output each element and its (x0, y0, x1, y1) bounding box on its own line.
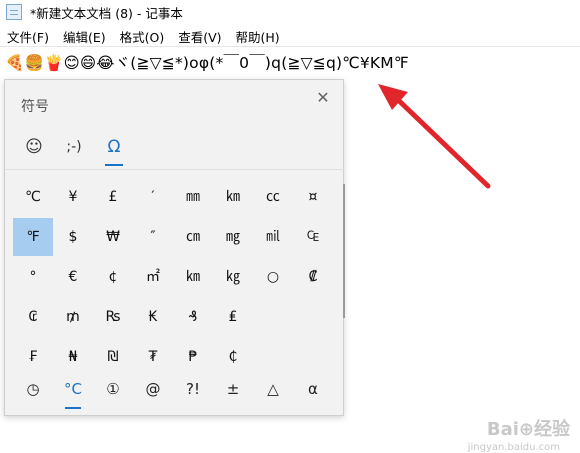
symbol-cell[interactable]: ₩ (93, 218, 133, 256)
symbol-cell[interactable]: ㎎ (213, 218, 253, 256)
tab-interrobang[interactable]: ?! (173, 372, 213, 406)
title-bar: *新建文本文档 (8) - 记事本 (0, 0, 580, 24)
symbol-cell[interactable]: $ (53, 218, 93, 256)
symbol-cell[interactable]: ₦ (53, 338, 93, 376)
symbol-cell[interactable]: ″ (133, 218, 173, 256)
tab-kaomoji[interactable]: ;-) (59, 132, 89, 162)
tab-recent[interactable]: ◷ (13, 372, 53, 406)
symbol-cell[interactable]: ₨ (93, 298, 133, 336)
baidu-watermark: Bai⊕经验 (486, 419, 570, 440)
symbol-cell[interactable]: € (53, 258, 93, 296)
watermark-url: jingyan.baidu.com (467, 442, 560, 453)
symbol-cell[interactable]: ㎞ (173, 258, 213, 296)
tab-shapes[interactable]: △ (253, 372, 293, 406)
symbol-cell[interactable]: ℉ (13, 218, 53, 256)
symbol-cell[interactable]: ℃ (13, 178, 53, 216)
grid-scrollbar[interactable] (343, 184, 345, 318)
symbol-cell[interactable]: ₰ (173, 298, 213, 336)
symbol-cell[interactable]: ₮ (133, 338, 173, 376)
menu-view[interactable]: 查看(V) (171, 27, 228, 46)
symbol-cell[interactable]: ㎡ (133, 258, 173, 296)
symbol-cell[interactable]: ′ (133, 178, 173, 216)
menu-edit[interactable]: 编辑(E) (56, 27, 113, 46)
symbol-cell[interactable]: ₭ (133, 298, 173, 336)
symbol-cell[interactable]: £ (93, 178, 133, 216)
symbol-cell[interactable]: ¥ (53, 178, 93, 216)
symbol-cell[interactable]: ㎜ (173, 178, 213, 216)
symbol-cell[interactable]: ₤ (213, 298, 253, 336)
tab-greek[interactable]: α (293, 372, 333, 406)
symbol-cell[interactable]: ₱ (173, 338, 213, 376)
menu-file[interactable]: 文件(F) (0, 27, 56, 46)
symbol-cell[interactable]: ¤ (293, 178, 333, 216)
window-title: *新建文本文档 (8) - 记事本 (30, 5, 183, 21)
symbol-cell[interactable]: ₢ (13, 298, 53, 336)
category-tabs: ☺ ;-) Ω (5, 132, 345, 166)
tab-numbers[interactable]: ① (93, 372, 133, 406)
close-icon[interactable]: ✕ (313, 88, 333, 108)
symbol-cell[interactable]: ° (13, 258, 53, 296)
editor-text[interactable]: 🍕🍔🍟😊😄😂ヾ(≧▽≦*)oφ(*￣0￣)q(≧▽≦q)℃¥KM℉ (5, 51, 409, 73)
symbol-cell[interactable]: ㏕ (253, 218, 293, 256)
notepad-icon (6, 4, 22, 20)
tab-punctuation[interactable]: @ (133, 372, 173, 406)
tab-emoji[interactable]: ☺ (19, 132, 49, 162)
menu-format[interactable]: 格式(O) (113, 27, 172, 46)
symbol-cell[interactable]: ¢ (93, 258, 133, 296)
symbol-cell[interactable]: ㏄ (253, 178, 293, 216)
editor-scrollbar[interactable] (568, 47, 580, 453)
symbol-cell[interactable]: ₠ (293, 218, 333, 256)
tab-math[interactable]: ± (213, 372, 253, 406)
symbol-cell[interactable]: ₣ (13, 338, 53, 376)
symbol-cell[interactable]: ₵ (213, 338, 253, 376)
symbol-cell[interactable]: ㎏ (213, 258, 253, 296)
symbol-cell[interactable]: ㎞ (213, 178, 253, 216)
emoji-panel: 符号 ✕ ☺ ;-) Ω ℃ ¥ £ ′ ㎜㎞㏄ ¤ ℉ $ ₩ ″ ㎝㎎㏕ ₠ ° € ¢ ㎡㎞㎏ ○ ₡ ₢ ₥ ₨… (4, 79, 345, 416)
symbol-cell[interactable]: ₪ (93, 338, 133, 376)
symbol-category-tabs: ◷ °C ① @?! ± △ α (13, 372, 333, 412)
symbol-cell[interactable]: ₡ (293, 258, 333, 296)
symbol-cell[interactable]: ㎝ (173, 218, 213, 256)
symbol-cell[interactable]: ₥ (53, 298, 93, 336)
menu-help[interactable]: 帮助(H) (229, 27, 287, 46)
symbol-cell[interactable]: ○ (253, 258, 293, 296)
tab-units[interactable]: °C (53, 372, 93, 409)
tab-symbols[interactable]: Ω (99, 132, 129, 166)
panel-title: 符号 (21, 99, 49, 115)
menu-bar: 文件(F) 编辑(E) 格式(O) 查看(V) 帮助(H) (0, 26, 580, 46)
panel-divider (5, 169, 345, 170)
